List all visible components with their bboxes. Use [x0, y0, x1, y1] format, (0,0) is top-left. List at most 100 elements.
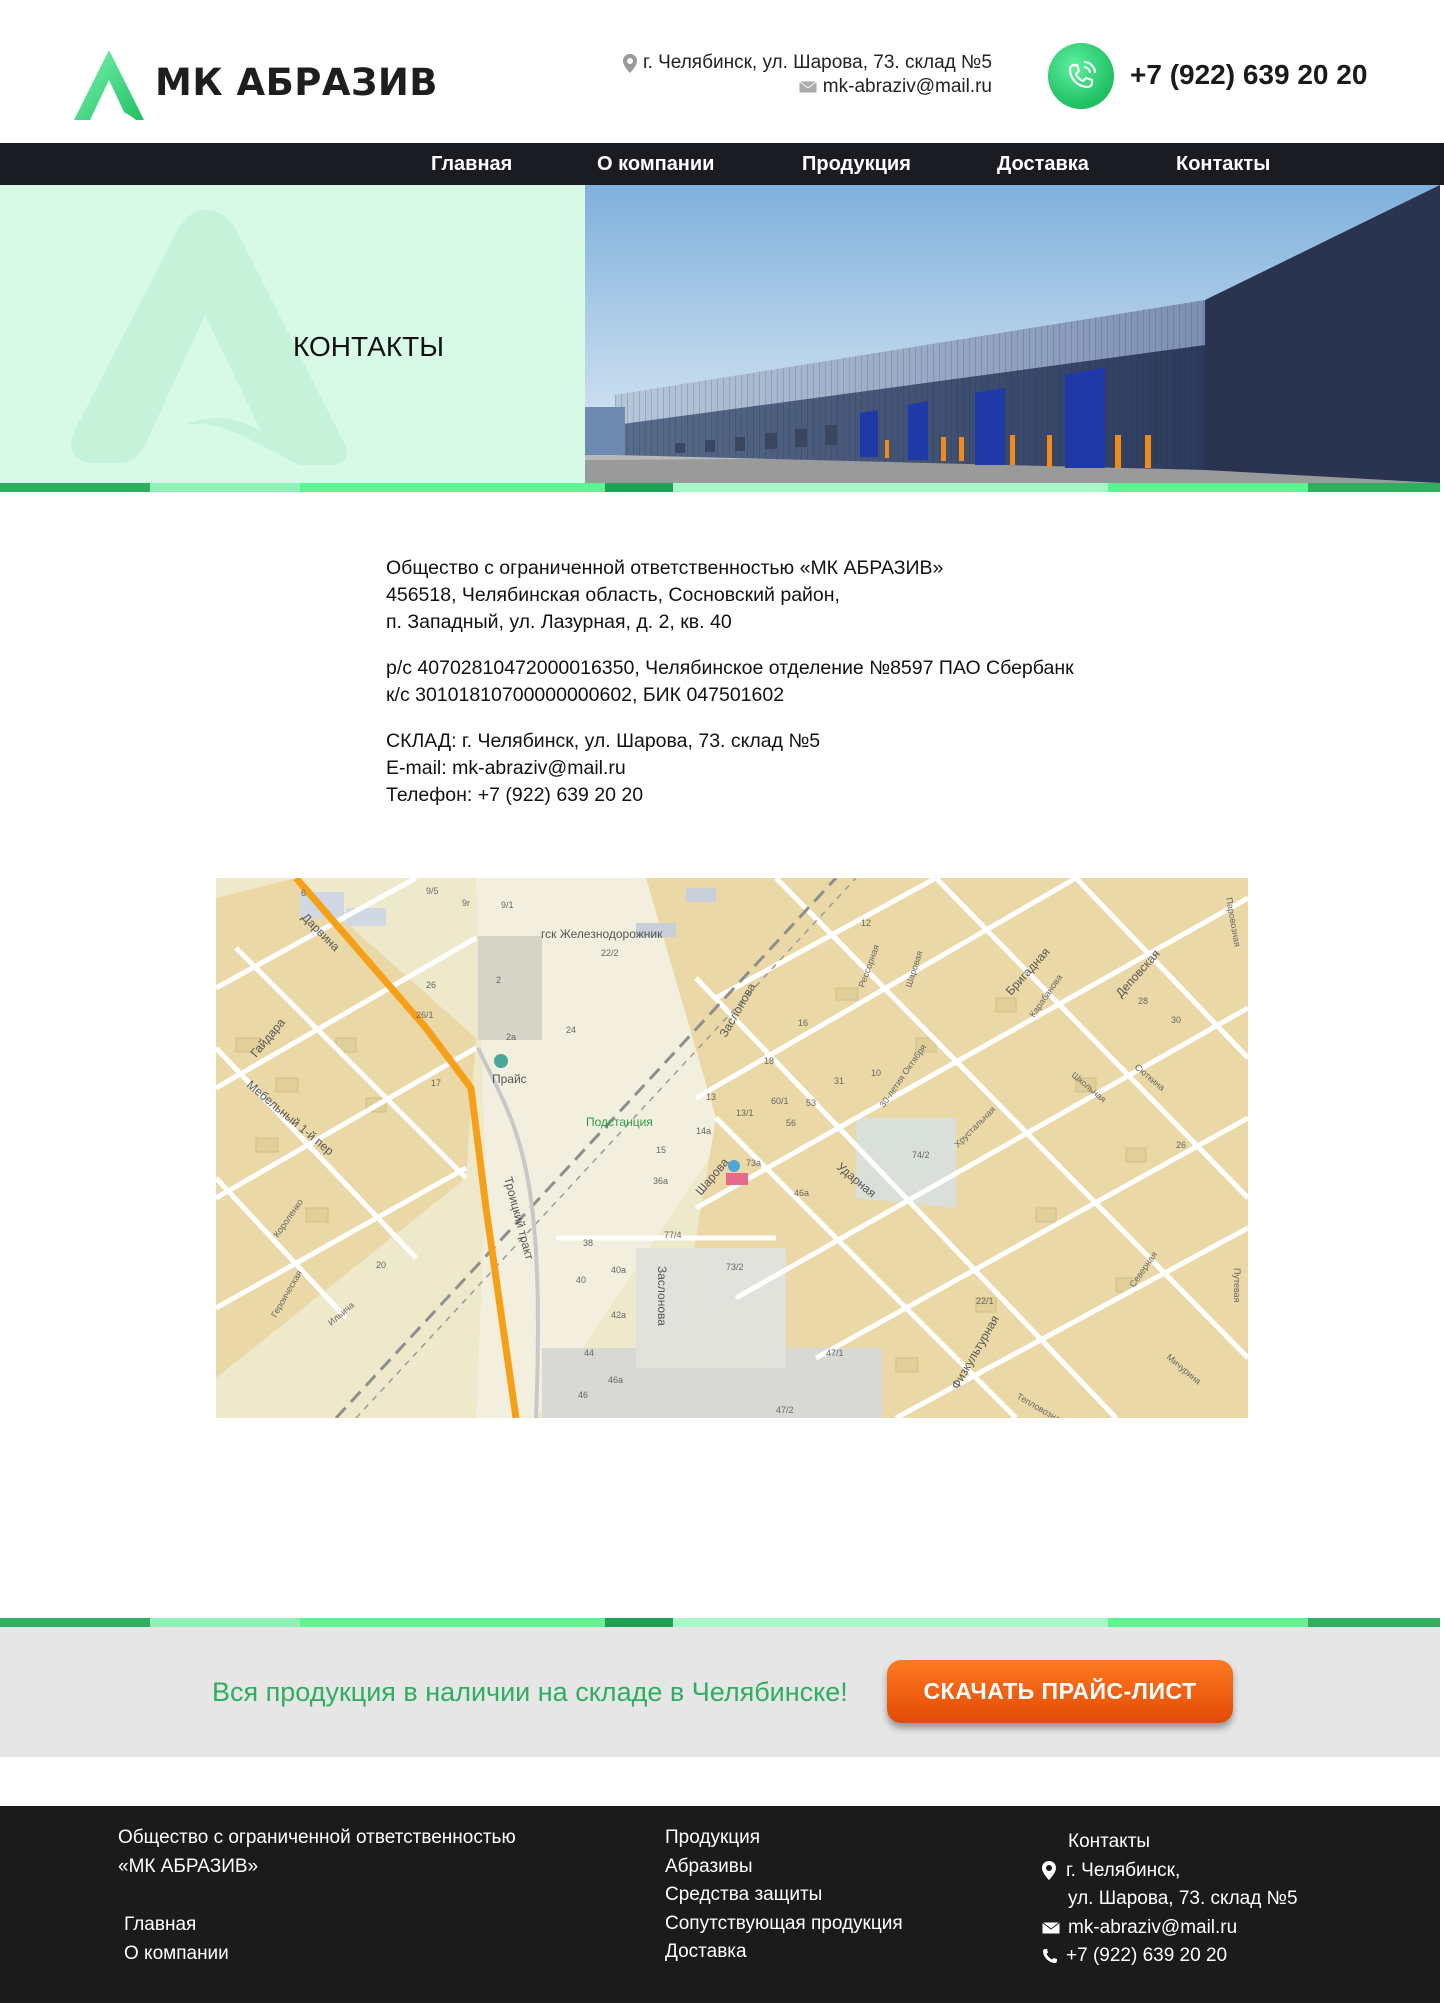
- map-label: 40a: [611, 1265, 626, 1275]
- map-label: Заслонова: [655, 1266, 669, 1326]
- footer-email-text[interactable]: mk-abraziv@mail.ru: [1068, 1914, 1237, 1943]
- site-header: МК АБРАЗИВ г. Челябинск, ул. Шарова, 73.…: [0, 0, 1444, 143]
- bank-details: р/с 40702810472000016350, Челябинское от…: [386, 655, 1186, 709]
- footer-link-related[interactable]: Сопутствующая продукция: [665, 1910, 903, 1939]
- map-label: 15: [656, 1145, 666, 1155]
- footer-link-protection[interactable]: Средства защиты: [665, 1881, 903, 1910]
- info-email[interactable]: E-mail: mk-abraziv@mail.ru: [386, 755, 1186, 782]
- company-info: Общество с ограниченной ответственностью…: [386, 555, 1186, 828]
- map-label: 26/1: [416, 1010, 434, 1020]
- map-label: 56: [786, 1118, 796, 1128]
- nav-item-about[interactable]: О компании: [597, 143, 714, 185]
- site-footer: Общество с ограниченной ответственностью…: [0, 1806, 1440, 2003]
- phone-icon: [1068, 61, 1096, 89]
- nav-item-home[interactable]: Главная: [431, 143, 512, 185]
- company-address-2: п. Западный, ул. Лазурная, д. 2, кв. 40: [386, 611, 732, 633]
- map-label: 31: [834, 1076, 844, 1086]
- map-label: 26: [426, 980, 436, 990]
- map-pin-icon: [622, 53, 637, 73]
- map-label: 46: [578, 1390, 588, 1400]
- footer-link-abrasives[interactable]: Абразивы: [665, 1853, 903, 1882]
- download-price-button[interactable]: СКАЧАТЬ ПРАЙС-ЛИСТ: [887, 1660, 1233, 1723]
- map-label: 2a: [506, 1032, 516, 1042]
- footer-company: Общество с ограниченной ответственностью…: [118, 1824, 516, 1881]
- map-label: 14a: [696, 1126, 711, 1136]
- location-map[interactable]: Дарвина Гайдара Мебельный 1-й пер Троицк…: [216, 878, 1248, 1418]
- map-label: 16: [798, 1018, 808, 1028]
- page-title: КОНТАКТЫ: [293, 331, 445, 362]
- nav-item-delivery[interactable]: Доставка: [997, 143, 1089, 185]
- map-label: 9/5: [426, 886, 439, 896]
- map-label: 40: [576, 1275, 586, 1285]
- map-label: 44: [584, 1348, 594, 1358]
- map-label: 28: [1138, 996, 1148, 1006]
- hero-stripe: [0, 483, 1444, 492]
- footer-nav-left: Главная О компании: [124, 1911, 229, 1968]
- bank-account: р/с 40702810472000016350, Челябинское от…: [386, 657, 1074, 679]
- map-label: Путевая: [1232, 1268, 1242, 1303]
- map-label: 13: [706, 1092, 716, 1102]
- footer-company-line2: «МК АБРАЗИВ»: [118, 1855, 259, 1877]
- map-label: гск Железнодорожник: [541, 927, 663, 941]
- footer-link-products[interactable]: Продукция: [665, 1824, 903, 1853]
- phone-call-icon[interactable]: [1048, 43, 1114, 109]
- footer-contacts: Контакты г. Челябинск, ул. Шарова, 73. с…: [1042, 1828, 1298, 1971]
- footer-link-about[interactable]: О компании: [124, 1940, 229, 1969]
- nav-item-contacts[interactable]: Контакты: [1176, 143, 1270, 185]
- map-label: 18: [764, 1056, 774, 1066]
- footer-address-line1: г. Челябинск,: [1066, 1859, 1181, 1881]
- map-pin-icon: [1042, 1861, 1056, 1881]
- map-label: 13/1: [736, 1108, 754, 1118]
- promo-band: Вся продукция в наличии на складе в Челя…: [0, 1627, 1440, 1757]
- map-canvas[interactable]: Дарвина Гайдара Мебельный 1-й пер Троицк…: [216, 878, 1248, 1418]
- map-label: Прайс: [492, 1072, 527, 1086]
- footer-phone[interactable]: +7 (922) 639 20 20: [1042, 1942, 1298, 1971]
- map-label: 6: [301, 888, 306, 898]
- map-label: 22/1: [976, 1296, 994, 1306]
- header-email-text[interactable]: mk-abraziv@mail.ru: [823, 75, 992, 99]
- header-email[interactable]: mk-abraziv@mail.ru: [600, 75, 992, 99]
- map-label: 36a: [653, 1176, 668, 1186]
- main-nav: Главная О компании Продукция Доставка Ко…: [0, 143, 1444, 185]
- map-label: 47/1: [826, 1348, 844, 1358]
- map-label: 20: [376, 1260, 386, 1270]
- footer-contacts-title[interactable]: Контакты: [1042, 1828, 1298, 1857]
- logo-icon[interactable]: [70, 46, 148, 124]
- map-label: 10: [871, 1068, 881, 1078]
- map-label: 73/2: [726, 1262, 744, 1272]
- map-label: 26: [1176, 1140, 1186, 1150]
- map-label: 47/2: [776, 1405, 794, 1415]
- footer-company-line1: Общество с ограниченной ответственностью: [118, 1827, 516, 1848]
- map-label: 38: [583, 1238, 593, 1248]
- footer-link-home[interactable]: Главная: [124, 1911, 229, 1940]
- bank-bik: к/с 30101810700000000602, БИК 047501602: [386, 684, 785, 706]
- map-label: 77/4: [664, 1230, 682, 1240]
- header-phone[interactable]: +7 (922) 639 20 20: [1130, 59, 1367, 91]
- company-name: Общество с ограниченной ответственностью…: [386, 557, 944, 579]
- nav-item-products[interactable]: Продукция: [802, 143, 911, 185]
- map-label: 53: [806, 1098, 816, 1108]
- info-phone[interactable]: Телефон: +7 (922) 639 20 20: [386, 782, 1186, 809]
- header-address-text: г. Челябинск, ул. Шарова, 73. склад №5: [642, 52, 992, 73]
- company-address-1: 456518, Челябинская область, Сосновский …: [386, 584, 840, 606]
- header-address: г. Челябинск, ул. Шарова, 73. склад №5: [600, 51, 992, 75]
- promo-stripe: [0, 1618, 1440, 1627]
- map-label: 73a: [746, 1158, 761, 1168]
- footer-nav-products: Продукция Абразивы Средства защиты Сопут…: [665, 1824, 903, 1967]
- mail-icon: [798, 81, 817, 93]
- footer-phone-text[interactable]: +7 (922) 639 20 20: [1066, 1942, 1227, 1971]
- logo-text[interactable]: МК АБРАЗИВ: [155, 61, 438, 104]
- map-label: 17: [431, 1078, 441, 1088]
- footer-address-line2: ул. Шарова, 73. склад №5: [1068, 1888, 1298, 1909]
- map-label: 30: [1171, 1015, 1181, 1025]
- map-label: 46a: [794, 1188, 809, 1198]
- hero-banner: КОНТАКТЫ: [0, 185, 1444, 492]
- footer-email[interactable]: mk-abraziv@mail.ru: [1042, 1914, 1298, 1943]
- mail-icon: [1042, 1921, 1060, 1934]
- warehouse-address: СКЛАД: г. Челябинск, ул. Шарова, 73. скл…: [386, 730, 821, 752]
- promo-text: Вся продукция в наличии на складе в Челя…: [212, 1677, 848, 1707]
- map-label: 24: [566, 1025, 576, 1035]
- map-label: 9г: [462, 898, 471, 908]
- map-label: 9/1: [501, 900, 514, 910]
- footer-link-delivery[interactable]: Доставка: [665, 1938, 903, 1967]
